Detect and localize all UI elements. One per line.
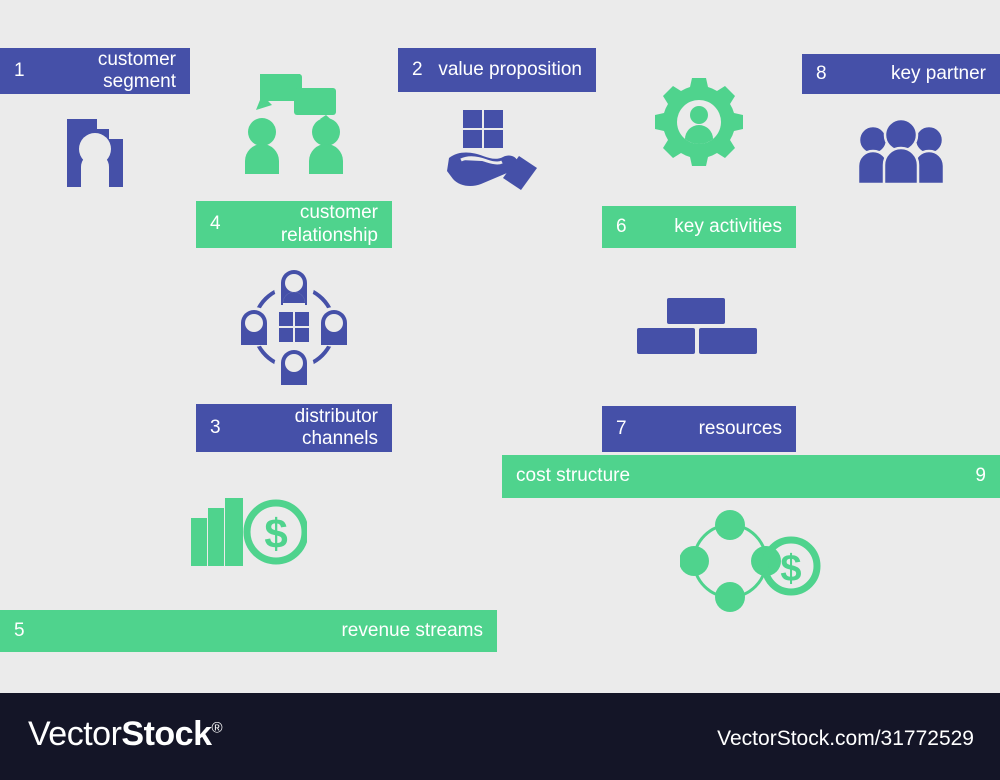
block-key-activities[interactable]: 6 key activities <box>602 48 796 248</box>
block-header-customer-segment: 1 customer segment <box>0 48 190 94</box>
svg-text:$: $ <box>264 510 287 557</box>
watermark-url: VectorStock.com/31772529 <box>717 727 974 750</box>
block-key-partner[interactable]: 8 key partner <box>802 54 1000 452</box>
block-number: 6 <box>616 215 627 237</box>
vectorstock-logo: VectorStock® <box>28 715 223 754</box>
block-number: 2 <box>412 58 423 80</box>
block-label: customer relationship <box>280 202 378 246</box>
block-cost-structure[interactable]: 9 cost structure $ <box>502 455 1000 652</box>
icon-area <box>196 48 392 201</box>
icon-area <box>398 92 596 212</box>
icon-area: $ <box>0 458 497 610</box>
block-header-distributor-channels: 3 distributor channels <box>196 404 392 452</box>
block-number: 1 <box>14 59 25 81</box>
block-value-proposition[interactable]: 2 value proposition <box>398 48 596 452</box>
block-header-resources: 7 resources <box>602 406 796 452</box>
registered-mark-icon: ® <box>211 719 223 737</box>
block-label: revenue streams <box>341 619 483 641</box>
hand-holding-grid-icon <box>447 108 547 197</box>
logo-vector-text: Vector <box>28 715 122 753</box>
block-label: customer segment <box>97 48 176 92</box>
icon-area <box>602 48 796 201</box>
icon-area <box>802 94 1000 212</box>
icon-area <box>602 254 796 404</box>
icon-area <box>0 94 190 209</box>
block-header-customer-relationship: 4 customer relationship <box>196 201 392 248</box>
icon-area <box>196 254 392 404</box>
block-number: 4 <box>210 213 221 235</box>
block-header-key-partner: 8 key partner <box>802 54 1000 94</box>
block-header-value-proposition: 2 value proposition <box>398 48 596 92</box>
block-customer-relationship[interactable]: 4 customer relationship <box>196 48 392 248</box>
block-label: distributor channels <box>294 405 378 449</box>
group-of-people-icon <box>856 117 946 189</box>
block-number: 7 <box>616 417 627 439</box>
block-label: key activities <box>674 215 782 237</box>
block-header-key-activities: 6 key activities <box>602 206 796 248</box>
network-nodes-dollar-coin-icon: $ <box>679 509 822 618</box>
two-people-chat-bubbles-icon <box>238 70 350 179</box>
watermark-bar: VectorStock® VectorStock.com/31772529 <box>0 693 1000 780</box>
block-header-cost-structure: 9 cost structure <box>502 455 1000 498</box>
block-resources[interactable]: 7 resources <box>602 254 796 452</box>
bar-chart-dollar-coin-icon: $ <box>190 497 308 571</box>
network-people-around-grid-icon <box>234 266 354 391</box>
block-label: cost structure <box>516 465 631 487</box>
logo-stock-text: Stock <box>121 715 212 753</box>
svg-text:$: $ <box>780 548 801 590</box>
block-customer-segment[interactable]: 1 customer segment <box>0 48 190 452</box>
block-label: resources <box>698 417 782 439</box>
block-number: 3 <box>210 416 221 438</box>
business-model-canvas: 1 customer segment 4 customer relationsh… <box>0 0 1000 693</box>
block-header-revenue-streams: 5 revenue streams <box>0 610 497 652</box>
icon-area: $ <box>502 498 1000 628</box>
block-number: 9 <box>975 465 986 487</box>
block-label: value proposition <box>438 58 582 80</box>
gear-person-icon <box>655 78 743 171</box>
block-revenue-streams[interactable]: $ 5 revenue streams <box>0 458 497 652</box>
block-distributor-channels[interactable]: 3 distributor channels <box>196 254 392 452</box>
block-number: 8 <box>816 62 827 84</box>
block-label: key partner <box>890 62 986 84</box>
bricks-icon <box>635 296 763 363</box>
block-number: 5 <box>14 619 25 641</box>
person-in-frame-icon <box>61 111 129 192</box>
